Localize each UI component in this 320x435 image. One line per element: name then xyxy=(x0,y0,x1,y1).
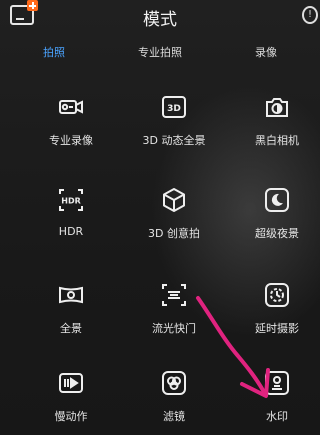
mode-label: 超级夜景 xyxy=(255,227,299,240)
mode-light-painting[interactable]: 流光快门 xyxy=(121,282,227,336)
mode-panorama[interactable]: 全景 xyxy=(18,282,124,336)
light-painting-icon xyxy=(161,282,187,308)
mode-filter[interactable]: 滤镜 xyxy=(121,370,227,424)
mode-label: 滤镜 xyxy=(163,410,185,423)
pro-video-icon xyxy=(58,94,84,120)
info-icon[interactable]: ! xyxy=(302,6,318,24)
svg-text:HDR: HDR xyxy=(61,197,81,206)
mode-label: 专业录像 xyxy=(49,134,93,147)
mode-pro-video[interactable]: 专业录像 xyxy=(18,94,124,148)
3d-panorama-icon: 3D xyxy=(161,94,187,120)
mode-label: 3D 动态全景 xyxy=(142,134,206,147)
panorama-icon xyxy=(58,282,84,308)
tab-video[interactable]: 录像 xyxy=(255,44,277,60)
watermark-icon xyxy=(264,370,290,396)
page-title: 模式 xyxy=(143,10,177,30)
mode-label: 3D 创意拍 xyxy=(148,227,200,240)
filter-icon xyxy=(161,370,187,396)
3d-cube-icon xyxy=(161,187,187,213)
mode-super-night[interactable]: 超级夜景 xyxy=(224,187,320,241)
night-mode-icon xyxy=(264,187,290,213)
mode-label: 水印 xyxy=(266,410,288,423)
mode-slow-motion[interactable]: 慢动作 xyxy=(18,370,124,424)
top-bar: 模式 ! xyxy=(0,0,320,30)
mode-label: HDR xyxy=(58,225,84,238)
mode-time-lapse[interactable]: 延时摄影 xyxy=(224,282,320,336)
mode-label: 全景 xyxy=(60,322,82,335)
mode-label: 慢动作 xyxy=(54,410,88,423)
mode-3d-panorama[interactable]: 3D 3D 动态全景 xyxy=(121,94,227,148)
mode-hdr[interactable]: HDR HDR xyxy=(18,187,124,238)
svg-text:3D: 3D xyxy=(167,104,181,114)
tab-photo[interactable]: 拍照 xyxy=(43,44,65,60)
monochrome-camera-icon xyxy=(264,94,290,120)
mode-monochrome[interactable]: 黑白相机 xyxy=(224,94,320,148)
mode-tabs: 拍照 专业拍照 录像 xyxy=(0,44,320,60)
mode-label: 流光快门 xyxy=(152,322,196,335)
tab-pro-photo[interactable]: 专业拍照 xyxy=(138,44,182,60)
mode-watermark[interactable]: 水印 xyxy=(224,370,320,424)
mode-3d-creative[interactable]: 3D 创意拍 xyxy=(121,187,227,241)
hdr-icon: HDR xyxy=(58,187,84,213)
mode-label: 黑白相机 xyxy=(255,134,299,147)
slow-motion-icon xyxy=(58,370,84,396)
time-lapse-icon xyxy=(264,282,290,308)
mode-label: 延时摄影 xyxy=(255,322,299,335)
